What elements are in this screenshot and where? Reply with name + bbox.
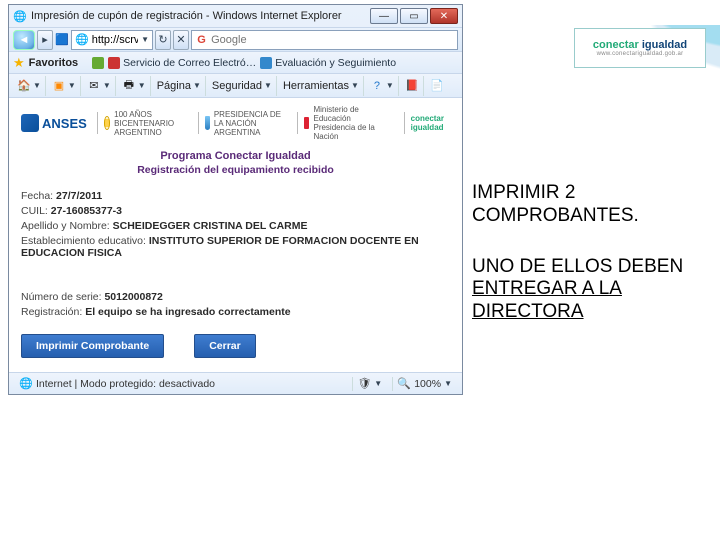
ie-window: 🌐 Impresión de cupón de registración - W… xyxy=(8,4,463,395)
page-favicon: 🌐 xyxy=(13,9,27,23)
favorite-link-correo[interactable]: Servicio de Correo Electró… xyxy=(108,57,256,69)
refresh-button[interactable]: ↻ xyxy=(155,30,171,50)
instruction-line-1: IMPRIMIR 2 COMPROBANTES. xyxy=(472,182,700,228)
brand-box: conectar igualdad www.conectarigualdad.g… xyxy=(574,28,706,68)
forward-button[interactable]: ▸ xyxy=(37,30,53,50)
ie-logo-icon: 🟦 xyxy=(55,33,69,47)
field-establecimiento: Establecimiento educativo: INSTITUTO SUP… xyxy=(21,235,450,259)
google-icon: G xyxy=(195,33,208,47)
stop-button[interactable]: ✕ xyxy=(173,30,189,50)
anses-icon xyxy=(21,114,39,132)
url-dropdown-icon[interactable]: ▼ xyxy=(141,35,149,44)
close-voucher-button[interactable]: Cerrar xyxy=(194,334,256,358)
url-field[interactable]: 🌐 ▼ xyxy=(71,30,153,50)
book-shape-icon xyxy=(304,117,309,129)
status-bar: 🌐Internet | Modo protegido: desactivado … xyxy=(9,372,462,394)
brand-line2: www.conectarigualdad.gob.ar xyxy=(597,51,684,57)
status-security[interactable]: 🛡▼ xyxy=(352,377,386,391)
favorites-bar: ★ Favoritos Servicio de Correo Electró… … xyxy=(9,51,462,73)
status-mode: 🌐Internet | Modo protegido: desactivado xyxy=(15,377,346,391)
lock-icon: 🛡 xyxy=(357,377,371,391)
favorites-star-icon[interactable]: ★ xyxy=(13,55,25,71)
status-zoom[interactable]: 🔍100%▼ xyxy=(392,377,456,391)
zoom-icon: 🔍 xyxy=(397,377,411,391)
page-menu[interactable]: Página▼ xyxy=(153,76,206,96)
favorite-link-eval[interactable]: Evaluación y Seguimiento xyxy=(260,57,396,69)
rss-icon: ▣ xyxy=(52,79,66,93)
instruction-line-2: UNO DE ELLOS DEBEN ENTREGAR A LA DIRECTO… xyxy=(472,256,700,324)
url-favicon: 🌐 xyxy=(75,33,89,47)
logo-bicentenario: 100 AÑOS BICENTENARIO ARGENTINO xyxy=(97,112,188,134)
security-menu[interactable]: Seguridad▼ xyxy=(208,76,277,96)
url-input[interactable] xyxy=(92,34,138,46)
shield-icon xyxy=(205,116,210,130)
field-cuil: CUIL: 27-16085377-3 xyxy=(21,205,450,217)
address-bar: ◄ ▸ 🟦 🌐 ▼ ↻ ✕ G xyxy=(9,27,462,51)
help-icon: ? xyxy=(370,79,384,93)
feeds-button[interactable]: ▣▼ xyxy=(48,76,81,96)
logo-row: ANSES 100 AÑOS BICENTENARIO ARGENTINO PR… xyxy=(21,108,450,144)
minimize-button[interactable]: — xyxy=(370,8,398,24)
anses-logo: ANSES xyxy=(21,114,87,132)
back-button[interactable]: ◄ xyxy=(13,30,35,50)
search-input[interactable] xyxy=(211,34,454,46)
field-serie: Número de serie: 5012000872 xyxy=(21,291,450,303)
print-icon: 🖶 xyxy=(122,79,136,93)
close-button[interactable]: ✕ xyxy=(430,8,458,24)
window-title: Impresión de cupón de registración - Win… xyxy=(31,10,370,22)
favorite-link-suggested[interactable] xyxy=(92,57,104,69)
search-field[interactable]: G xyxy=(191,30,458,50)
brand-line1: conectar igualdad xyxy=(593,39,687,51)
logo-ministerio: Ministerio de Educación Presidencia de l… xyxy=(297,112,393,134)
program-subtitle: Registración del equipamiento recibido xyxy=(21,164,450,176)
book-icon: 📕 xyxy=(405,79,419,93)
favorites-label[interactable]: Favoritos xyxy=(29,57,79,69)
field-nombre: Apellido y Nombre: SCHEIDEGGER CRISTINA … xyxy=(21,220,450,232)
logo-presidencia: PRESIDENCIA DE LA NACIÓN ARGENTINA xyxy=(198,112,288,134)
note-icon: 📄 xyxy=(430,79,444,93)
extra-tool-2[interactable]: 📄 xyxy=(426,76,448,96)
decorative-wave-bottom xyxy=(0,450,720,540)
program-title: Programa Conectar Igualdad xyxy=(21,150,450,162)
logo-conectar: conectar igualdad xyxy=(404,112,450,134)
titlebar[interactable]: 🌐 Impresión de cupón de registración - W… xyxy=(9,5,462,27)
field-registracion: Registración: El equipo se ha ingresado … xyxy=(21,306,450,318)
extra-tool-1[interactable]: 📕 xyxy=(401,76,424,96)
command-bar: 🏠▼ ▣▼ ✉▼ 🖶▼ Página▼ Seguridad▼ Herramien… xyxy=(9,73,462,97)
maximize-button[interactable]: ▭ xyxy=(400,8,428,24)
print-button[interactable]: 🖶▼ xyxy=(118,76,151,96)
home-icon: 🏠 xyxy=(17,79,31,93)
print-voucher-button[interactable]: Imprimir Comprobante xyxy=(21,334,164,358)
mail-button[interactable]: ✉▼ xyxy=(83,76,116,96)
sun-icon xyxy=(104,116,110,130)
home-button[interactable]: 🏠▼ xyxy=(13,76,46,96)
globe-icon: 🌐 xyxy=(19,377,33,391)
mail-icon: ✉ xyxy=(87,79,101,93)
instruction-text: IMPRIMIR 2 COMPROBANTES. UNO DE ELLOS DE… xyxy=(472,182,700,352)
tools-menu[interactable]: Herramientas▼ xyxy=(279,76,364,96)
help-button[interactable]: ?▼ xyxy=(366,76,399,96)
page-content: ANSES 100 AÑOS BICENTENARIO ARGENTINO PR… xyxy=(9,97,462,372)
field-fecha: Fecha: 27/7/2011 xyxy=(21,190,450,202)
